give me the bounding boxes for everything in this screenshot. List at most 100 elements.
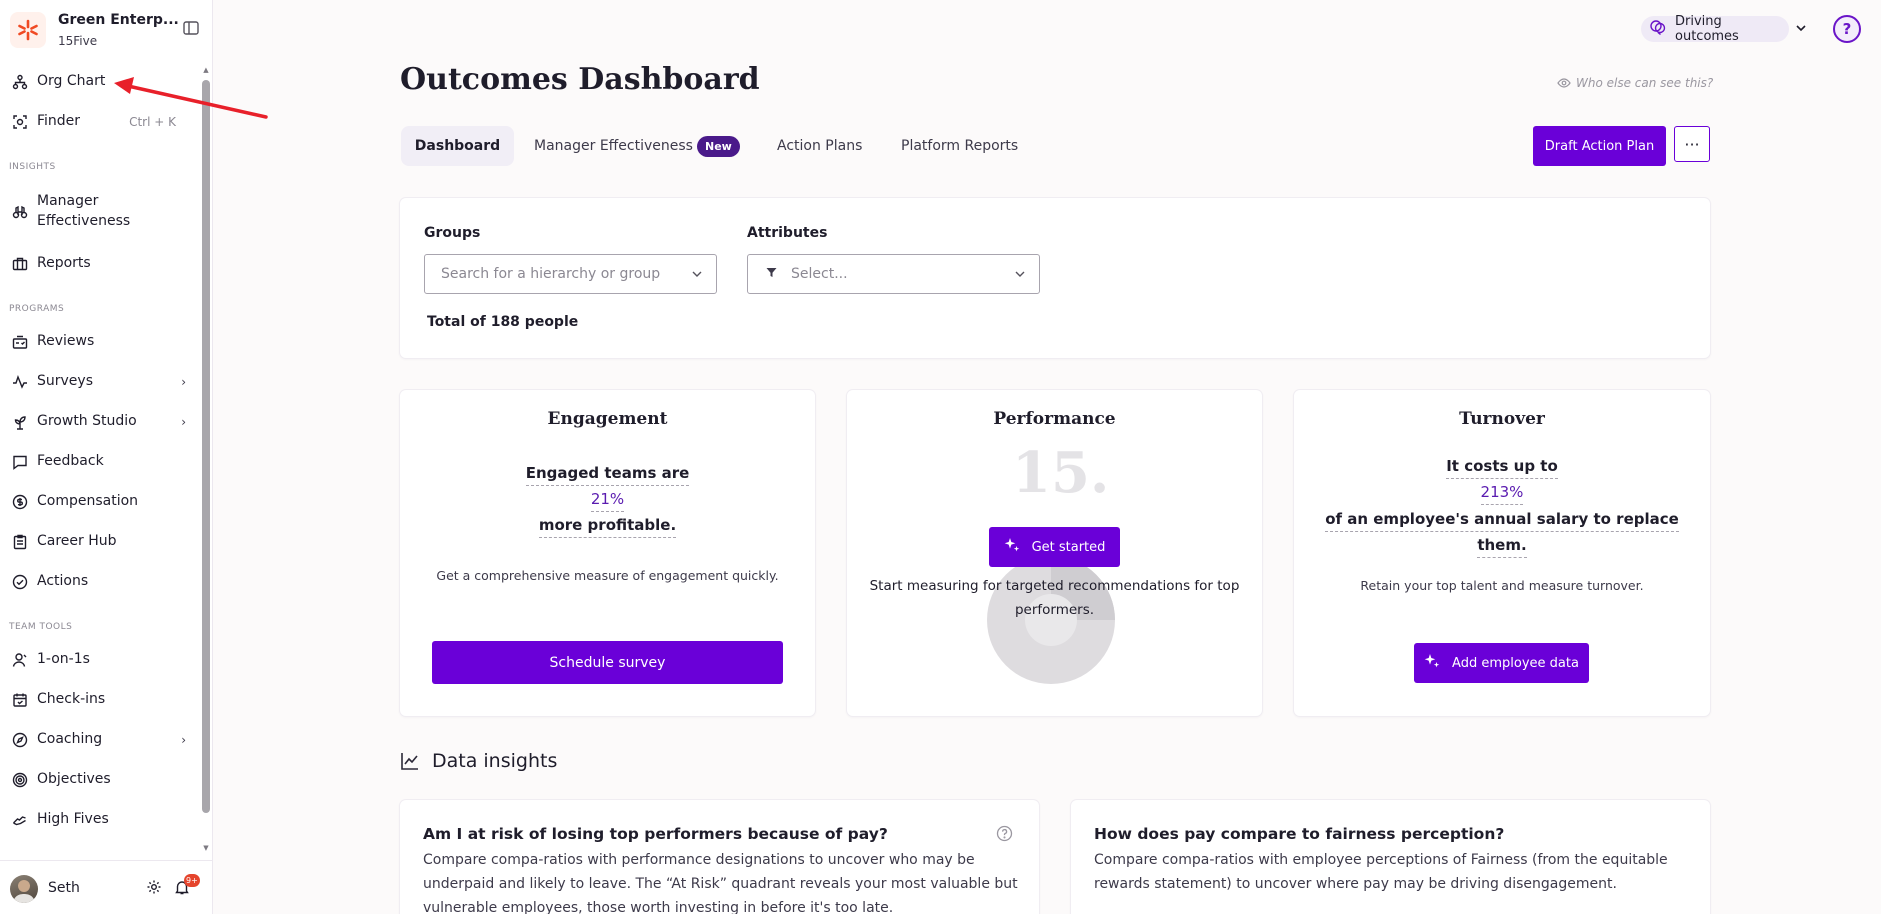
tab-label: Manager Effectiveness xyxy=(534,138,693,154)
groups-select[interactable]: Search for a hierarchy or group xyxy=(424,254,717,294)
org-name: Green Enterp... xyxy=(58,12,178,28)
sidebar-item-growth-studio[interactable]: Growth Studio › xyxy=(10,410,186,434)
sidebar-item-surveys[interactable]: Surveys › xyxy=(10,370,186,394)
insight-question: How does pay compare to fairness percept… xyxy=(1094,825,1505,843)
sidebar-item-label: Compensation xyxy=(37,493,139,510)
sidebar-item-check-ins[interactable]: Check-ins xyxy=(10,688,186,712)
data-insights-heading: Data insights xyxy=(400,750,557,772)
turnover-title: Turnover xyxy=(1459,409,1545,429)
sparkle-icon xyxy=(1424,653,1440,673)
sidebar-item-manager-effectiveness[interactable]: Manager Effectiveness xyxy=(10,190,186,234)
settings-gear-icon[interactable] xyxy=(146,879,164,897)
turnover-description: Retain your top talent and measure turno… xyxy=(1360,578,1644,593)
briefcase-icon xyxy=(10,254,30,274)
engagement-stat-value: 21% xyxy=(590,490,625,512)
sidebar-item-actions[interactable]: Actions xyxy=(10,570,186,594)
line-chart-icon xyxy=(401,753,418,770)
org-switcher[interactable]: Green Enterp... 15Five xyxy=(10,10,205,52)
schedule-survey-button[interactable]: Schedule survey xyxy=(432,641,783,684)
insight-description-line: rewards statement) to uncover where pay … xyxy=(1094,876,1617,892)
outcomes-icon xyxy=(1649,18,1667,40)
engagement-title: Engagement xyxy=(547,409,668,429)
chevron-down-icon xyxy=(690,267,704,281)
sidebar-item-career-hub[interactable]: Career Hub xyxy=(10,530,186,554)
sidebar-item-objectives[interactable]: Objectives xyxy=(10,768,186,792)
org-product: 15Five xyxy=(58,34,98,48)
sidebar-item-feedback[interactable]: Feedback xyxy=(10,450,186,474)
add-employee-data-button[interactable]: Add employee data xyxy=(1414,643,1589,683)
chevron-down-icon xyxy=(1013,267,1027,281)
person-icon xyxy=(10,650,30,670)
driving-outcomes-selector[interactable]: Driving outcomes xyxy=(1641,14,1789,44)
insight-description-line: underpaid and likely to leave. The “At R… xyxy=(423,876,1018,892)
sidebar-item-label: Coaching xyxy=(37,731,103,748)
sparkle-icon xyxy=(1004,537,1020,557)
sidebar-item-label: Reports xyxy=(37,255,91,272)
sidebar-scrollbar[interactable] xyxy=(202,80,210,813)
more-options-button[interactable]: ··· xyxy=(1674,126,1710,162)
sidebar-item-label: High Fives xyxy=(37,811,109,828)
engagement-card: Engagement Engaged teams are 21% more pr… xyxy=(400,390,815,716)
data-insights-title: Data insights xyxy=(432,750,558,772)
tab-action-plans[interactable]: Action Plans xyxy=(777,126,862,166)
section-label-team-tools: TEAM TOOLS xyxy=(9,622,73,632)
tab-label: Dashboard xyxy=(414,138,501,154)
sidebar-item-reviews[interactable]: Reviews xyxy=(10,330,186,354)
sidebar-item-reports[interactable]: Reports xyxy=(10,252,186,276)
attributes-select[interactable]: Select... xyxy=(747,254,1040,294)
insight-description-line: Compare compa-ratios with employee perce… xyxy=(1094,852,1668,868)
draft-action-plan-button[interactable]: Draft Action Plan xyxy=(1533,126,1666,166)
sidebar-item-label: Surveys xyxy=(37,373,93,390)
user-bar: Seth 9+ xyxy=(0,860,213,914)
dollar-icon xyxy=(10,492,30,512)
page-title: Outcomes Dashboard xyxy=(400,62,760,97)
sidebar-item-label: Reviews xyxy=(37,333,95,350)
chevron-right-icon: › xyxy=(181,375,186,389)
sidebar-item-coaching[interactable]: Coaching › xyxy=(10,728,186,752)
tab-dashboard[interactable]: Dashboard xyxy=(401,126,514,166)
sidebar-item-label: Actions xyxy=(37,573,89,590)
filter-funnel-icon xyxy=(766,266,777,282)
performance-watermark: 15. xyxy=(1012,440,1110,506)
help-icon[interactable]: ? xyxy=(1833,15,1861,43)
chat-icon xyxy=(10,452,30,472)
insight-description-line: vulnerable employees, those worth invest… xyxy=(423,900,894,914)
calendar-icon xyxy=(10,690,30,710)
turnover-stat-value: 213% xyxy=(1480,483,1524,505)
engagement-description: Get a comprehensive measure of engagemen… xyxy=(436,568,779,583)
turnover-stat-line2: of an employee's annual salary to replac… xyxy=(1325,510,1679,532)
sidebar-item-1-on-1s[interactable]: 1-on-1s xyxy=(10,648,186,672)
avatar[interactable] xyxy=(10,875,38,903)
scroll-down-arrow-icon[interactable]: ▼ xyxy=(201,844,211,852)
engagement-stat-line2: more profitable. xyxy=(538,516,677,538)
user-name[interactable]: Seth xyxy=(48,880,80,896)
sidebar-item-label: Career Hub xyxy=(37,533,117,550)
get-started-button[interactable]: Get started xyxy=(989,527,1120,567)
chevron-down-icon[interactable] xyxy=(1793,20,1809,36)
groups-placeholder: Search for a hierarchy or group xyxy=(441,266,661,282)
sidebar-item-label: Check-ins xyxy=(37,691,106,708)
chevron-right-icon: › xyxy=(181,415,186,429)
chevron-right-icon: › xyxy=(181,733,186,747)
visibility-text: Who else can see this? xyxy=(1576,76,1714,90)
eye-icon xyxy=(1557,78,1571,88)
check-circle-icon xyxy=(10,572,30,592)
turnover-stat-line1: It costs up to xyxy=(1446,457,1558,479)
insight-description: Compare compa-ratios with employee perce… xyxy=(1094,848,1668,896)
info-question-icon[interactable] xyxy=(996,825,1013,846)
collapse-sidebar-icon[interactable] xyxy=(182,19,202,39)
sidebar-item-org-chart[interactable]: Org Chart xyxy=(10,70,186,94)
sidebar-item-high-fives[interactable]: High Fives xyxy=(10,808,186,832)
tab-platform-reports[interactable]: Platform Reports xyxy=(901,126,1018,166)
tab-manager-effectiveness[interactable]: Manager Effectiveness New xyxy=(534,126,740,166)
performance-title: Performance xyxy=(993,409,1116,429)
sidebar-item-compensation[interactable]: Compensation xyxy=(10,490,186,514)
tab-label: Action Plans xyxy=(777,138,863,154)
sidebar-item-finder[interactable]: Finder Ctrl + K xyxy=(10,110,186,134)
attributes-label: Attributes xyxy=(747,225,828,241)
get-started-label: Get started xyxy=(1031,539,1106,555)
attributes-placeholder: Select... xyxy=(791,266,848,282)
scroll-up-arrow-icon[interactable]: ▲ xyxy=(201,66,211,74)
visibility-link[interactable]: Who else can see this? xyxy=(1557,76,1713,90)
sidebar-item-label: Org Chart xyxy=(37,73,106,90)
